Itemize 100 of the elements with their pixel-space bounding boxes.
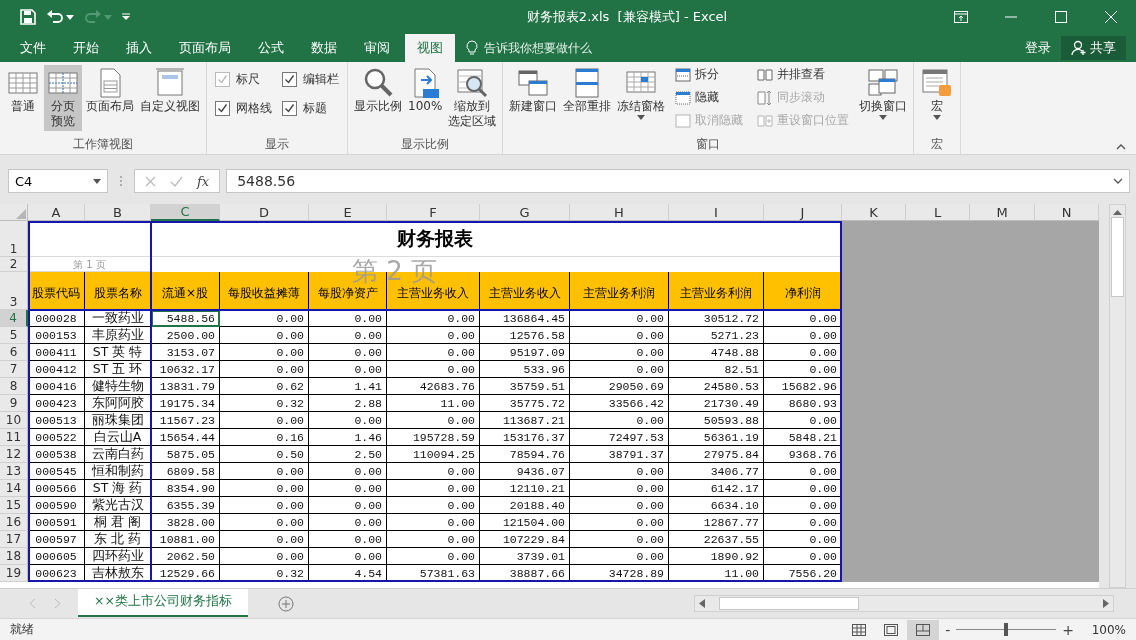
checkbox-label: 编辑栏 (303, 71, 339, 88)
column-header[interactable]: N (1035, 204, 1099, 221)
column-header[interactable]: C (151, 204, 220, 221)
ribbon-button[interactable]: 显示比例 (352, 65, 404, 116)
formula-field[interactable]: 5488.56 (237, 173, 296, 189)
row-header[interactable]: 2 (0, 257, 28, 272)
table-cell: 0.00 (570, 548, 669, 565)
row-header[interactable]: 14 (0, 480, 28, 497)
ribbon-tab[interactable]: 插入 (114, 34, 164, 62)
table-cell: 9436.07 (480, 463, 570, 480)
ribbon-tab[interactable]: 文件 (8, 34, 58, 62)
ribbon-button[interactable]: 切换窗口 (857, 65, 910, 122)
table-cell: 136864.45 (480, 310, 570, 327)
scroll-right-icon[interactable] (1103, 599, 1109, 608)
customize-toolbar-button[interactable] (120, 11, 132, 23)
column-header[interactable]: B (85, 204, 151, 221)
reset-window-icon (757, 112, 774, 129)
table-cell: 35759.51 (480, 378, 570, 395)
name-box[interactable]: C4 (8, 169, 108, 193)
ribbon-button[interactable]: 页面布局 (84, 65, 136, 116)
collapse-ribbon-icon[interactable] (1116, 144, 1126, 150)
scroll-thumb[interactable] (719, 597, 859, 610)
checkbox[interactable] (282, 72, 297, 87)
add-sheet-button[interactable] (277, 595, 294, 612)
ribbon-button[interactable]: 全部重排 (561, 65, 614, 116)
zoom-out-button[interactable]: - (939, 621, 957, 638)
table-cell: 0.16 (220, 429, 309, 446)
ribbon-tab[interactable]: 页面布局 (167, 34, 243, 62)
table-cell: 东阿阿胶 (85, 395, 151, 412)
column-header[interactable]: M (970, 204, 1035, 221)
column-header[interactable]: D (220, 204, 309, 221)
row-header[interactable]: 11 (0, 429, 28, 446)
table-cell: 38887.66 (480, 565, 570, 582)
table-cell: 0.00 (387, 327, 480, 344)
row-header[interactable]: 4 (0, 310, 28, 327)
table-cell: 11567.23 (151, 412, 220, 429)
ribbon-button[interactable]: 拆分 (673, 65, 746, 84)
column-header[interactable]: K (842, 204, 906, 221)
insert-function-button[interactable]: fx (197, 173, 210, 189)
ribbon-button[interactable]: 新建窗口 (507, 65, 560, 116)
row-header[interactable]: 10 (0, 412, 28, 429)
row-header[interactable]: 9 (0, 395, 28, 412)
table-cell: 0.00 (309, 327, 387, 344)
ribbon-tab[interactable]: 视图 (405, 34, 455, 62)
share-button[interactable]: 共享 (1061, 36, 1126, 60)
scroll-up-icon[interactable] (1113, 209, 1122, 215)
column-header[interactable]: J (764, 204, 842, 221)
table-cell: 0.00 (220, 514, 309, 531)
column-header[interactable]: G (480, 204, 570, 221)
zoom-in-button[interactable]: + (1056, 621, 1080, 638)
column-header[interactable]: I (669, 204, 764, 221)
column-header[interactable]: H (570, 204, 669, 221)
column-header[interactable]: E (309, 204, 387, 221)
row-header[interactable]: 5 (0, 327, 28, 344)
horizontal-scrollbar[interactable] (694, 595, 1114, 612)
checkbox[interactable] (215, 101, 230, 116)
row-header[interactable]: 18 (0, 548, 28, 565)
ribbon-button[interactable]: 冻结窗格 (615, 65, 668, 122)
table-cell: 42683.76 (387, 378, 480, 395)
save-button[interactable] (18, 7, 38, 27)
table-cell: 000605 (28, 548, 85, 565)
row-header[interactable]: 12 (0, 446, 28, 463)
row-header[interactable]: 17 (0, 531, 28, 548)
column-header[interactable]: A (28, 204, 85, 221)
tell-me-field[interactable]: 告诉我你想要做什么 (482, 40, 626, 56)
row-header[interactable]: 13 (0, 463, 28, 480)
scroll-thumb[interactable] (1111, 217, 1124, 297)
row-header[interactable]: 3 (0, 272, 28, 310)
row-header[interactable]: 16 (0, 514, 28, 531)
ribbon-tab[interactable]: 数据 (299, 34, 349, 62)
ribbon-button[interactable]: 并排查看 (755, 65, 852, 84)
ribbon-tab[interactable]: 公式 (246, 34, 296, 62)
ribbon-tab[interactable]: 审阅 (352, 34, 402, 62)
column-header[interactable]: L (906, 204, 970, 221)
ribbon-tab[interactable]: 开始 (61, 34, 111, 62)
sheet-tab[interactable]: ××类上市公司财务指标 (78, 588, 248, 617)
vertical-scrollbar[interactable] (1109, 204, 1126, 588)
row-header[interactable]: 7 (0, 361, 28, 378)
ribbon-button[interactable]: 宏 (918, 65, 957, 122)
table-cell: 95197.09 (480, 344, 570, 361)
column-header[interactable]: F (387, 204, 480, 221)
checkbox[interactable] (282, 101, 297, 116)
expand-icon[interactable] (1113, 178, 1123, 184)
row-header[interactable]: 1 (0, 221, 28, 257)
row-header[interactable]: 15 (0, 497, 28, 514)
table-cell: 0.00 (309, 480, 387, 497)
sign-in-link[interactable]: 登录 (1015, 34, 1061, 62)
ribbon-button[interactable]: 分页 预览 (44, 65, 82, 131)
ribbon-button[interactable]: 缩放到 选定区域 (446, 65, 499, 131)
ribbon-button[interactable]: 隐藏 (673, 88, 746, 107)
view-button[interactable] (907, 619, 940, 640)
row-header[interactable]: 6 (0, 344, 28, 361)
table-cell: 2.88 (309, 395, 387, 412)
row-header[interactable]: 8 (0, 378, 28, 395)
ribbon-button[interactable]: 自定义视图 (138, 65, 202, 116)
ribbon-button[interactable]: 100% (406, 65, 445, 116)
scroll-left-icon[interactable] (699, 599, 705, 608)
slider-thumb[interactable] (1004, 623, 1009, 636)
row-header[interactable]: 19 (0, 565, 28, 582)
ribbon-button[interactable]: 普通 (4, 65, 42, 116)
